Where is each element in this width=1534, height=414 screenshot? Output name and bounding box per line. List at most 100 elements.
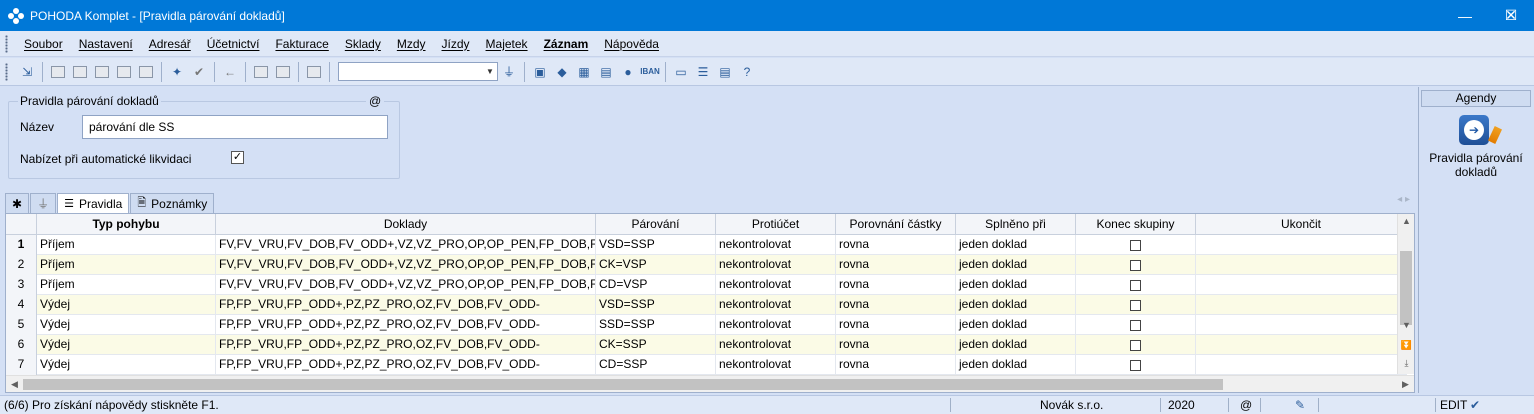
scroll-down-icon[interactable]: ▼ <box>1398 318 1414 332</box>
agenda-header[interactable]: Agendy <box>1421 90 1531 107</box>
table-cell[interactable]: jeden doklad <box>956 235 1076 255</box>
table-cell[interactable]: jeden doklad <box>956 255 1076 275</box>
group-end-checkbox[interactable] <box>1130 279 1141 291</box>
menu-grip[interactable] <box>5 34 8 53</box>
table-cell[interactable]: rovna <box>836 235 956 255</box>
confirm-check-icon[interactable]: ✔ <box>1470 396 1480 414</box>
row-number[interactable]: 2 <box>6 255 37 275</box>
tab-pravidla[interactable]: ☰ Pravidla <box>57 193 130 213</box>
table-cell[interactable]: CD=SSP <box>596 355 716 375</box>
scroll-left-icon[interactable]: ◀ <box>6 376 23 392</box>
help-pointer-icon[interactable]: ? <box>738 63 756 81</box>
table-cell[interactable]: nekontrolovat <box>716 275 836 295</box>
table-cell[interactable]: Výdej <box>37 335 216 355</box>
back-arrow-icon[interactable]: ← <box>221 63 239 81</box>
group-end-checkbox[interactable] <box>1130 319 1141 331</box>
table-cell[interactable] <box>1196 255 1407 275</box>
pairing-rules-icon[interactable]: ➔ <box>1459 115 1489 145</box>
group-end-checkbox[interactable] <box>1130 239 1141 251</box>
table-cell[interactable]: nekontrolovat <box>716 295 836 315</box>
column-header[interactable]: Typ pohybu <box>37 214 216 235</box>
print-icon[interactable] <box>71 63 89 81</box>
list-icon[interactable]: ☰ <box>694 63 712 81</box>
menu-sklady[interactable]: Sklady <box>337 37 389 51</box>
filter-icon[interactable]: ⏚ <box>500 63 518 81</box>
export-icon[interactable] <box>115 63 133 81</box>
table-cell[interactable]: FP,FP_VRU,FP_ODD+,PZ,PZ_PRO,OZ,FV_DOB,FV… <box>216 355 596 375</box>
menu-nastaveni[interactable]: Nastavení <box>71 37 141 51</box>
table-cell[interactable]: nekontrolovat <box>716 255 836 275</box>
menu-napoveda[interactable]: Nápověda <box>596 37 667 51</box>
row-number[interactable]: 4 <box>6 295 37 315</box>
horizontal-scroll-thumb[interactable] <box>23 379 1223 390</box>
table-cell[interactable]: rovna <box>836 275 956 295</box>
new-record-icon[interactable]: ✦ <box>168 63 186 81</box>
table-cell[interactable]: Příjem <box>37 255 216 275</box>
document-icon[interactable]: ▤ <box>716 63 734 81</box>
table-row[interactable]: 7 Výdej FP,FP_VRU,FP_ODD+,PZ,PZ_PRO,OZ,FV_… <box>6 355 1407 375</box>
table-cell[interactable]: Příjem <box>37 235 216 255</box>
table-row[interactable]: 3 Příjem FV,FV_VRU,FV_DOB,FV_ODD+,VZ,VZ_PR… <box>6 275 1407 295</box>
table-cell[interactable]: rovna <box>836 295 956 315</box>
folder-icon[interactable]: ▣ <box>531 63 549 81</box>
tab-star[interactable]: ✱ <box>5 193 30 213</box>
table-cell[interactable]: nekontrolovat <box>716 355 836 375</box>
table-row[interactable]: 5 Výdej FP,FP_VRU,FP_ODD+,PZ,PZ_PRO,OZ,FV_… <box>6 315 1407 335</box>
table-row[interactable]: 6 Výdej FP,FP_VRU,FP_ODD+,PZ,PZ_PRO,OZ,FV_… <box>6 335 1407 355</box>
pohoda-app-icon[interactable] <box>8 7 24 24</box>
menu-ucetnictvi[interactable]: Účetnictví <box>199 37 268 51</box>
save-icon[interactable] <box>252 63 270 81</box>
money-icon[interactable]: ◆ <box>553 63 571 81</box>
table-cell[interactable]: CK=VSP <box>596 255 716 275</box>
agenda-item-label[interactable]: Pravidla párování dokladů <box>1421 151 1531 179</box>
column-header[interactable]: Porovnání částky <box>836 214 956 235</box>
page-down-icon[interactable]: ⏬ <box>1398 338 1414 352</box>
column-header[interactable]: Protiúčet <box>716 214 836 235</box>
table-cell[interactable]: FV,FV_VRU,FV_DOB,FV_ODD+,VZ,VZ_PRO,OP,OP… <box>216 235 596 255</box>
coins-icon[interactable]: ● <box>619 63 637 81</box>
table-cell[interactable]: Výdej <box>37 355 216 375</box>
table-cell[interactable]: FP,FP_VRU,FP_ODD+,PZ,PZ_PRO,OZ,FV_DOB,FV… <box>216 315 596 335</box>
table-cell[interactable]: SSD=SSP <box>596 315 716 335</box>
table-cell[interactable]: FP,FP_VRU,FP_ODD+,PZ,PZ_PRO,OZ,FV_DOB,FV… <box>216 295 596 315</box>
vertical-scrollbar[interactable]: ▲ ▼ ⏬ ⤓ <box>1397 214 1414 374</box>
table-cell[interactable]: rovna <box>836 355 956 375</box>
group-end-cell[interactable] <box>1076 355 1196 375</box>
table-cell[interactable]: jeden doklad <box>956 295 1076 315</box>
tab-filter[interactable]: ⏚ <box>30 193 57 213</box>
table-cell[interactable]: jeden doklad <box>956 275 1076 295</box>
table-icon[interactable]: ▦ <box>575 63 593 81</box>
menu-adresar[interactable]: Adresář <box>141 37 199 51</box>
column-header[interactable]: Ukončit <box>1196 214 1407 235</box>
exit-icon[interactable]: ⇲ <box>18 63 36 81</box>
table-cell[interactable]: CD=VSP <box>596 275 716 295</box>
paste-icon[interactable] <box>305 63 323 81</box>
table-cell[interactable]: VSD=SSP <box>596 235 716 255</box>
menu-fakturace[interactable]: Fakturace <box>267 37 336 51</box>
filter-combo[interactable]: ▼ <box>338 62 498 81</box>
vertical-scroll-thumb[interactable] <box>1400 251 1412 325</box>
table-cell[interactable]: CK=SSP <box>596 335 716 355</box>
column-header[interactable]: Párování <box>596 214 716 235</box>
table-cell[interactable]: nekontrolovat <box>716 315 836 335</box>
table-row[interactable]: 1 Příjem FV,FV_VRU,FV_DOB,FV_ODD+,VZ,VZ_PR… <box>6 235 1407 255</box>
table-cell[interactable]: Výdej <box>37 315 216 335</box>
table-cell[interactable]: VSD=SSP <box>596 295 716 315</box>
menu-zaznam[interactable]: Záznam <box>536 37 597 51</box>
column-header[interactable]: Splněno při <box>956 214 1076 235</box>
table-cell[interactable]: nekontrolovat <box>716 335 836 355</box>
menu-mzdy[interactable]: Mzdy <box>389 37 434 51</box>
menu-soubor[interactable]: Soubor <box>16 37 71 51</box>
minimize-button[interactable]: — <box>1442 0 1488 31</box>
row-number[interactable]: 7 <box>6 355 37 375</box>
table-cell[interactable]: nekontrolovat <box>716 235 836 255</box>
tab-poznamky[interactable]: 🗎 Poznámky <box>130 193 215 213</box>
table-cell[interactable]: rovna <box>836 255 956 275</box>
table-cell[interactable]: jeden doklad <box>956 355 1076 375</box>
group-end-cell[interactable] <box>1076 315 1196 335</box>
note-icon[interactable]: ▭ <box>672 63 690 81</box>
row-number[interactable]: 3 <box>6 275 37 295</box>
toolbar-grip[interactable] <box>5 62 8 81</box>
table-row[interactable]: 2 Příjem FV,FV_VRU,FV_DOB,FV_ODD+,VZ,VZ_PR… <box>6 255 1407 275</box>
table-cell[interactable]: FV,FV_VRU,FV_DOB,FV_ODD+,VZ,VZ_PRO,OP,OP… <box>216 255 596 275</box>
